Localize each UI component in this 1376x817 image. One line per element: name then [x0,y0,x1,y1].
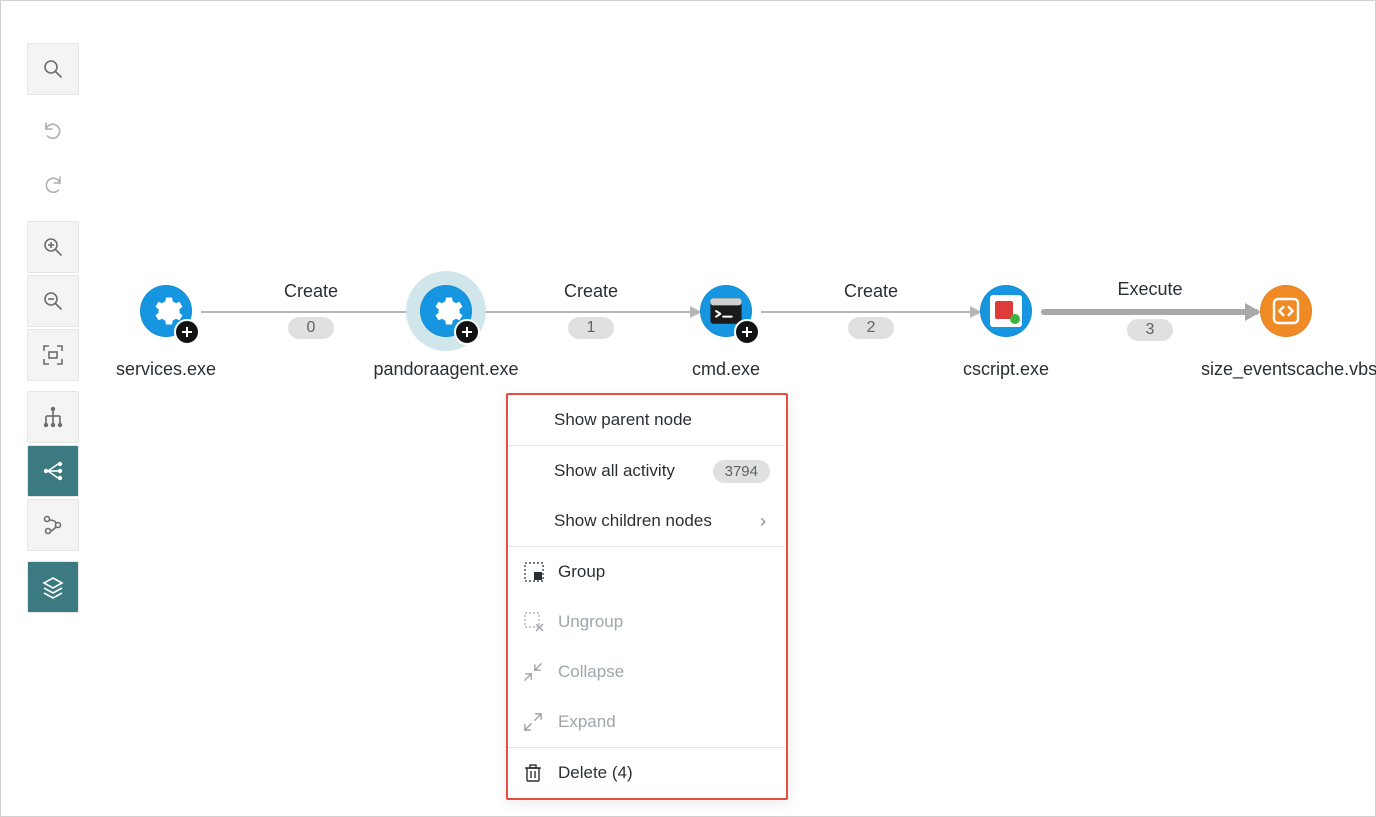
graph-node-services[interactable]: services.exe [81,281,251,380]
tree-view-button[interactable] [27,391,79,443]
menu-show-children-nodes[interactable]: Show children nodes › [508,496,786,546]
menu-delete[interactable]: Delete (4) [508,748,786,798]
menu-item-label: Show children nodes [524,511,760,531]
menu-item-label: Ungroup [554,612,770,632]
menu-expand: Expand [508,697,786,747]
redo-button[interactable] [27,159,79,211]
code-script-icon [1260,285,1312,337]
process-graph: Create 0 Create 1 Create 2 Execute 3 [101,281,1365,411]
node-context-menu: Show parent node Show all activity 3794 … [506,393,788,800]
edge-sequence-badge: 3 [1127,319,1173,341]
cscript-icon [980,285,1032,337]
node-label: pandoraagent.exe [361,359,531,380]
collapse-icon [524,663,554,681]
tree-view-icon [41,405,65,429]
ungroup-icon [524,612,554,632]
plus-badge-icon [734,319,760,345]
menu-item-label: Expand [554,712,770,732]
trash-icon [524,763,554,783]
menu-ungroup: Ungroup [508,597,786,647]
chevron-right-icon: › [760,511,770,532]
graph-node-size-eventscache-vbs[interactable]: size_eventscache.vbs [1201,281,1371,380]
undo-icon [41,119,65,143]
menu-item-label: Group [554,562,770,582]
menu-item-label: Show parent node [524,410,770,430]
search-button[interactable] [27,43,79,95]
node-label: services.exe [81,359,251,380]
fit-screen-icon [41,343,65,367]
zoom-out-icon [41,289,65,313]
canvas-frame: Create 0 Create 1 Create 2 Execute 3 [0,0,1376,817]
plus-badge-icon [454,319,480,345]
fit-screen-button[interactable] [27,329,79,381]
timeline-view-icon [41,513,65,537]
redo-icon [41,173,65,197]
node-label: size_eventscache.vbs [1201,359,1371,380]
graph-node-cmd[interactable]: cmd.exe [641,281,811,380]
zoom-out-button[interactable] [27,275,79,327]
zoom-in-button[interactable] [27,221,79,273]
activity-count-badge: 3794 [713,460,770,483]
graph-view-icon [41,459,65,483]
layers-button[interactable] [27,561,79,613]
undo-button[interactable] [27,105,79,157]
search-icon [41,57,65,81]
node-label: cmd.exe [641,359,811,380]
graph-node-pandoraagent[interactable]: pandoraagent.exe [361,281,531,380]
expand-icon [524,713,554,731]
plus-badge-icon [174,319,200,345]
graph-node-cscript[interactable]: cscript.exe [921,281,1091,380]
edge-sequence-badge: 0 [288,317,334,339]
edge-sequence-badge: 1 [568,317,614,339]
timeline-view-button[interactable] [27,499,79,551]
layers-icon [41,575,65,599]
graph-view-button[interactable] [27,445,79,497]
menu-show-parent-node[interactable]: Show parent node [508,395,786,445]
menu-item-label: Show all activity [524,461,713,481]
menu-show-all-activity[interactable]: Show all activity 3794 [508,446,786,496]
menu-group[interactable]: Group [508,547,786,597]
zoom-in-icon [41,235,65,259]
group-icon [524,562,554,582]
menu-collapse: Collapse [508,647,786,697]
edge-sequence-badge: 2 [848,317,894,339]
menu-item-label: Delete (4) [554,763,770,783]
node-label: cscript.exe [921,359,1091,380]
menu-item-label: Collapse [554,662,770,682]
left-toolbar [27,43,79,615]
